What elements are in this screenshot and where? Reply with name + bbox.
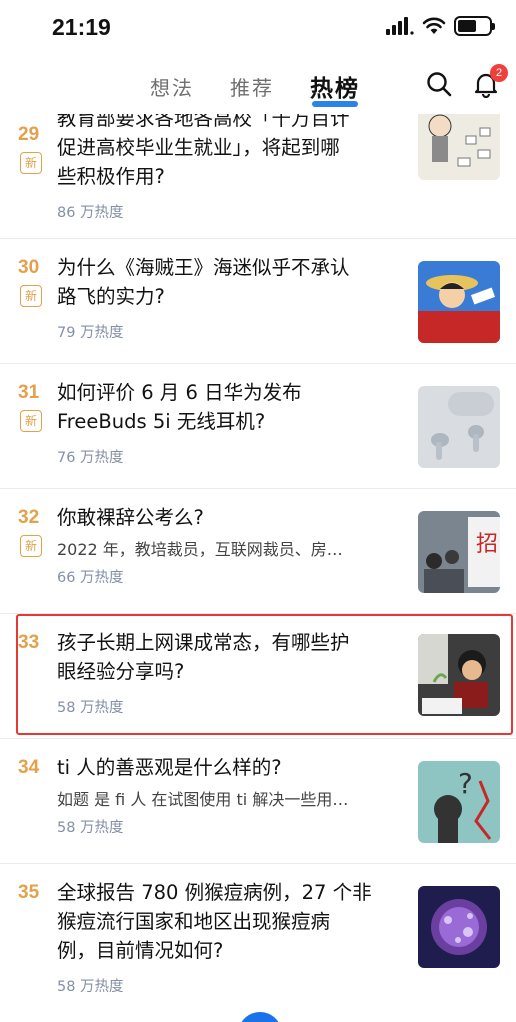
wifi-icon — [422, 17, 446, 34]
child-studying-photo — [418, 634, 500, 716]
tab-ideas[interactable]: 想法 — [150, 72, 194, 101]
list-item[interactable]: 31 新 如何评价 6 月 6 日华为发布 FreeBuds 5i 无线耳机? … — [0, 364, 516, 489]
list-item[interactable]: 29 新 教育部要求各地各高校「千万百计 促进高校毕业生就业」，将起到哪 些积极… — [0, 114, 516, 239]
search-icon[interactable] — [425, 70, 453, 98]
svg-text:招: 招 — [476, 532, 498, 557]
rank-number: 34 — [18, 757, 40, 778]
cartoon-illustration — [418, 114, 500, 180]
list-item[interactable]: 35 全球报告 780 例猴痘病例，27 个非 猴痘流行国家和地区出现猴痘病 例… — [0, 864, 516, 1022]
list-item[interactable]: 32 新 你敢裸辞公考么? 2022 年，教培裁员，互联网裁员、房… 66 万热… — [0, 489, 516, 614]
heat-count: 58 万热度 — [57, 700, 124, 716]
item-excerpt: 2022 年，教培裁员，互联网裁员、房… — [57, 540, 343, 559]
rank-number: 30 — [18, 257, 40, 278]
heat-count: 86 万热度 — [57, 205, 124, 221]
item-thumbnail — [418, 886, 500, 968]
item-thumbnail: 招 — [418, 511, 500, 593]
notification-button[interactable]: 2 — [472, 64, 508, 99]
heat-count: 76 万热度 — [57, 450, 124, 466]
notification-badge: 2 — [490, 64, 508, 82]
job-fair-photo: 招 — [418, 511, 500, 593]
item-thumbnail — [418, 114, 500, 180]
earbuds-photo — [418, 386, 500, 468]
item-excerpt: 如题 是 fi 人 在试图使用 ti 解决一些用… — [57, 790, 349, 809]
cellular-signal-icon — [386, 17, 414, 35]
question-mark-illustration: ? — [418, 761, 500, 843]
item-thumbnail — [418, 386, 500, 468]
item-title: 孩子长期上网课成常态，有哪些护 眼经验分享吗? — [57, 631, 350, 683]
item-title: 为什么《海贼王》海迷似乎不承认 路飞的实力? — [57, 256, 350, 308]
rank-number: 33 — [18, 632, 40, 653]
item-title: 教育部要求各地各高校「千万百计 促进高校毕业生就业」，将起到哪 些积极作用? — [57, 114, 350, 188]
active-tab-indicator — [312, 101, 358, 107]
tab-hot-list[interactable]: 热榜 — [310, 69, 360, 107]
list-item-highlighted[interactable]: 33 孩子长期上网课成常态，有哪些护 眼经验分享吗? 58 万热度 — [0, 614, 516, 739]
heat-count: 66 万热度 — [57, 570, 124, 586]
item-title: ti 人的善恶观是什么样的? — [57, 756, 282, 779]
tab-recommend[interactable]: 推荐 — [230, 72, 274, 101]
status-bar: 21:19 — [0, 0, 516, 58]
new-badge: 新 — [20, 535, 42, 557]
list-item[interactable]: 34 ti 人的善恶观是什么样的? 如题 是 fi 人 在试图使用 ti 解决一… — [0, 739, 516, 864]
new-badge: 新 — [20, 152, 42, 174]
new-badge: 新 — [20, 285, 42, 307]
virus-illustration — [418, 886, 500, 968]
tab-hot-list-label: 热榜 — [310, 76, 360, 102]
new-badge: 新 — [20, 410, 42, 432]
rank-number: 32 — [18, 507, 40, 528]
rank-number: 29 — [18, 124, 40, 145]
status-time: 21:19 — [52, 14, 111, 40]
hot-list-feed: 29 新 教育部要求各地各高校「千万百计 促进高校毕业生就业」，将起到哪 些积极… — [0, 114, 516, 1022]
item-thumbnail: ? — [418, 761, 500, 843]
item-title: 如何评价 6 月 6 日华为发布 FreeBuds 5i 无线耳机? — [57, 381, 302, 433]
list-item[interactable]: 30 新 为什么《海贼王》海迷似乎不承认 路飞的实力? 79 万热度 — [0, 239, 516, 364]
rank-number: 35 — [18, 882, 40, 903]
battery-icon — [454, 16, 495, 36]
anime-character — [418, 261, 500, 343]
top-nav: 想法 推荐 热榜 2 — [0, 58, 516, 114]
item-thumbnail — [418, 261, 500, 343]
svg-text:?: ? — [458, 767, 473, 800]
heat-count: 58 万热度 — [57, 979, 124, 995]
item-title: 全球报告 780 例猴痘病例，27 个非 猴痘流行国家和地区出现猴痘病 例，目前… — [57, 881, 372, 962]
item-thumbnail — [418, 634, 500, 716]
item-title: 你敢裸辞公考么? — [57, 506, 204, 529]
status-icons — [386, 16, 495, 36]
heat-count: 58 万热度 — [57, 820, 124, 836]
heat-count: 79 万热度 — [57, 325, 124, 341]
rank-number: 31 — [18, 382, 40, 403]
